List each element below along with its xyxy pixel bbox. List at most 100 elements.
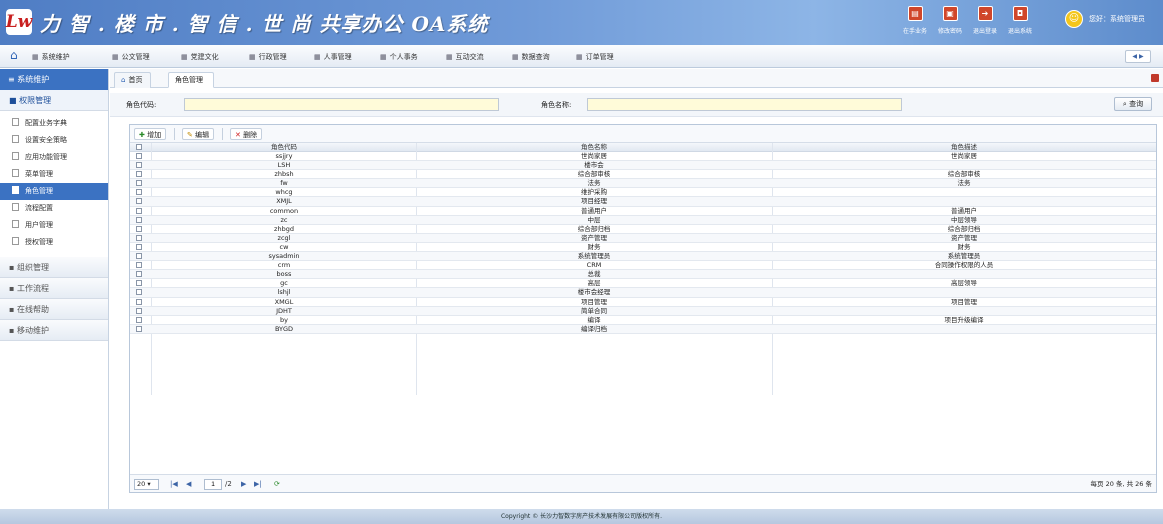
menu-data-query[interactable]: ▦ 数据查询 [512, 52, 550, 62]
sidebar-header[interactable]: ≡ 系统维护 [0, 69, 108, 90]
close-all-icon[interactable] [1151, 74, 1159, 82]
table-row[interactable]: XMGL 项目管理 项目管理 [130, 298, 1156, 307]
menu-orders[interactable]: ▦ 订单管理 [576, 52, 614, 62]
role-description-cell: 法务 [957, 179, 971, 188]
row-checkbox[interactable] [136, 207, 142, 214]
row-checkbox[interactable] [136, 307, 142, 314]
table-row[interactable]: zcgl 资产管理 资产管理 [130, 233, 1156, 243]
role-name-cell: 财务 [587, 242, 601, 251]
row-checkbox[interactable] [136, 298, 142, 305]
row-checkbox[interactable] [136, 162, 142, 169]
row-checkbox[interactable] [136, 243, 142, 250]
change-password-button[interactable]: ▣ 修改密码 [937, 6, 963, 35]
table-row[interactable]: whcg 维护采购 [130, 188, 1156, 198]
sidebar-item-label: 流程配置 [25, 204, 53, 212]
table-row[interactable]: JDHT 简单合同 [130, 306, 1156, 316]
column-header-code[interactable]: 角色代码 [152, 143, 416, 152]
column-header-description[interactable]: 角色描述 [772, 143, 1156, 152]
row-checkbox[interactable] [136, 216, 142, 223]
sidebar-item-dictionary[interactable]: 配置业务字典 [0, 115, 108, 132]
table-row[interactable]: cw 财务 财务 [130, 242, 1156, 253]
table-row[interactable]: XMJL 项目经理 [130, 197, 1156, 207]
prev-page-icon[interactable]: ◀ [186, 479, 191, 490]
last-page-icon[interactable]: ▶| [254, 479, 262, 490]
row-checkbox[interactable] [136, 262, 142, 269]
sidebar-section-permissions[interactable]: ■ 权限管理 [0, 90, 108, 111]
table-row[interactable]: boss 总裁 [130, 270, 1156, 280]
table-row[interactable]: lshjl 楼市会经理 [130, 288, 1156, 298]
next-page-icon[interactable]: ▶ [241, 479, 246, 490]
menu-interaction[interactable]: ▦ 互动交流 [446, 52, 484, 62]
row-checkbox[interactable] [136, 289, 142, 296]
sidebar-section-workflow[interactable]: ▪ 工作流程 [0, 278, 108, 299]
user-info[interactable]: ☺ 您好：系统管理员 [1065, 10, 1145, 28]
menu-system-maintenance[interactable]: ▦ 系统维护 [32, 52, 70, 62]
add-button[interactable]: ✚ 增加 [134, 128, 167, 140]
page-size-select[interactable]: 20 ▾ [134, 479, 159, 490]
row-checkbox[interactable] [136, 153, 142, 159]
row-checkbox[interactable] [136, 171, 142, 178]
table-row[interactable]: ssjjry 世尚家居 世尚家居 [130, 152, 1156, 162]
exit-system-button[interactable]: ◘ 退出系统 [1007, 6, 1033, 35]
sidebar-item-users[interactable]: 用户管理 [0, 217, 108, 234]
role-name-cell: 综合部审核 [577, 170, 611, 179]
grid-toolbar: ✚ 增加 ✎ 编辑 ✕ 删除 [130, 125, 1156, 143]
tab-role-management[interactable]: 角色管理 [168, 72, 214, 88]
table-row[interactable]: common 普通用户 普通用户 [130, 207, 1156, 216]
row-checkbox[interactable] [136, 189, 142, 196]
row-checkbox[interactable] [136, 198, 142, 205]
sidebar-section-organization[interactable]: ▪ 组织管理 [0, 257, 108, 278]
table-row[interactable]: sysadmin 系统管理员 系统管理员 [130, 252, 1156, 262]
menu-documents[interactable]: ▦ 公文管理 [112, 52, 150, 62]
table-row[interactable]: zhbgd 综合部归档 综合部归档 [130, 225, 1156, 234]
menu-hr[interactable]: ▦ 人事管理 [314, 52, 352, 62]
sidebar-item-authorization[interactable]: 授权管理 [0, 234, 108, 251]
search-button[interactable]: ⌕ 查询 [1114, 97, 1152, 111]
table-row[interactable]: zc 中层 中层领导 [130, 215, 1156, 225]
row-checkbox[interactable] [136, 253, 142, 260]
total-pages: /2 [225, 480, 232, 488]
home-icon[interactable]: ⌂ [10, 49, 22, 61]
sidebar-section-help[interactable]: ▪ 在线帮助 [0, 299, 108, 320]
table-row[interactable]: gc 高层 高层领导 [130, 279, 1156, 289]
table-row[interactable]: zhbsh 综合部审核 综合部审核 [130, 170, 1156, 180]
menu-personal[interactable]: ▦ 个人事务 [380, 52, 418, 62]
add-icon: ✚ [139, 131, 145, 139]
page-number-input[interactable] [204, 479, 222, 490]
column-header-name[interactable]: 角色名称 [416, 143, 772, 152]
tasks-button[interactable]: ▤ 在手业务 [902, 6, 928, 35]
select-all-checkbox[interactable] [136, 144, 142, 150]
row-checkbox[interactable] [136, 225, 142, 232]
sidebar-item-roles[interactable]: 角色管理 [0, 183, 108, 200]
edit-button[interactable]: ✎ 编辑 [182, 128, 215, 140]
table-row[interactable]: fw 法务 法务 [130, 179, 1156, 189]
menu-scroll-arrows[interactable]: ◀ ▶ [1125, 50, 1151, 63]
table-row[interactable]: by 编译 项目升级编译 [130, 316, 1156, 325]
role-name-cell: 简单合同 [581, 306, 607, 315]
sidebar-item-security[interactable]: 设置安全策略 [0, 132, 108, 149]
row-checkbox[interactable] [136, 234, 142, 241]
sidebar-section-mobile[interactable]: ▪ 移动维护 [0, 320, 108, 341]
row-checkbox[interactable] [136, 180, 142, 187]
table-row[interactable]: LSH 楼市会 [130, 161, 1156, 171]
sidebar-item-functions[interactable]: 应用功能管理 [0, 149, 108, 166]
refresh-icon[interactable]: ⟳ [274, 479, 280, 490]
row-checkbox[interactable] [136, 271, 142, 278]
table-row[interactable]: crm CRM 合同操作权限的人员 [130, 261, 1156, 271]
first-page-icon[interactable]: |◀ [170, 479, 178, 490]
row-checkbox[interactable] [136, 325, 142, 332]
logout-button[interactable]: ➔ 退出登录 [972, 6, 998, 35]
tab-home[interactable]: ⌂ 首页 [114, 72, 152, 88]
menu-party-culture[interactable]: ▦ 党建文化 [181, 52, 219, 62]
role-code-input[interactable] [184, 98, 499, 111]
user-greeting: 您好：系统管理员 [1089, 15, 1145, 23]
role-name-input[interactable] [587, 98, 902, 111]
sidebar-item-menus[interactable]: 菜单管理 [0, 166, 108, 183]
menu-administration[interactable]: ▦ 行政管理 [249, 52, 287, 62]
sidebar-header-label: 系统维护 [17, 75, 50, 84]
sidebar-item-workflow[interactable]: 流程配置 [0, 200, 108, 217]
row-checkbox[interactable] [136, 280, 142, 287]
row-checkbox[interactable] [136, 316, 142, 323]
delete-button[interactable]: ✕ 删除 [230, 128, 263, 140]
table-row[interactable]: BYGD 编译归档 [130, 324, 1156, 334]
